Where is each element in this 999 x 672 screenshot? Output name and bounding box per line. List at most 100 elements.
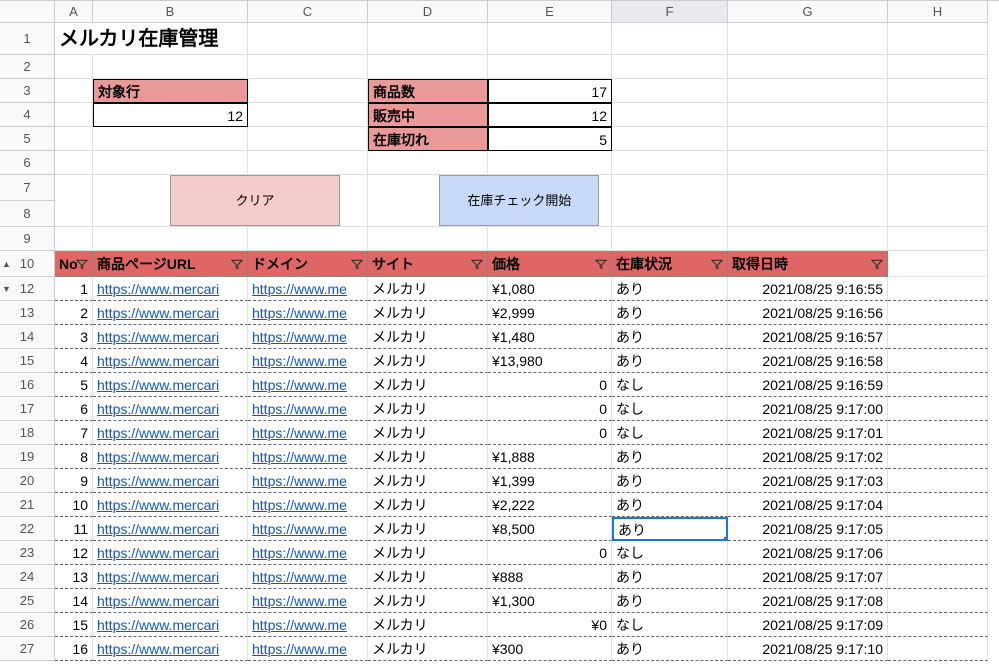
cell[interactable] (368, 227, 488, 251)
value-out-of-stock[interactable]: 5 (488, 127, 612, 151)
table-header-datetime[interactable]: 取得日時 (728, 251, 888, 277)
row-header[interactable]: 14 (0, 325, 55, 349)
cell-domain[interactable]: https://www.me (248, 637, 368, 661)
domain-link[interactable]: https://www.me (252, 377, 347, 393)
cell-datetime[interactable]: 2021/08/25 9:17:00 (728, 397, 888, 421)
row-header[interactable]: 22 (0, 517, 55, 541)
cell-site[interactable]: メルカリ (368, 469, 488, 493)
cell-no[interactable]: 7 (55, 421, 93, 445)
cell[interactable] (488, 227, 612, 251)
col-header-D[interactable]: D (368, 1, 488, 23)
cell[interactable] (368, 23, 488, 55)
row-header[interactable]: 20 (0, 469, 55, 493)
cell[interactable] (888, 589, 988, 613)
cell-stock[interactable]: あり (612, 469, 728, 493)
cell-no[interactable]: 16 (55, 637, 93, 661)
cell-price[interactable]: 0 (488, 421, 612, 445)
cell[interactable] (888, 23, 988, 55)
product-url-link[interactable]: https://www.mercari (97, 281, 219, 297)
row-header[interactable]: 1 (0, 23, 55, 55)
cell[interactable] (55, 79, 93, 103)
product-url-link[interactable]: https://www.mercari (97, 593, 219, 609)
cell[interactable] (888, 613, 988, 637)
filter-icon[interactable] (710, 257, 724, 271)
col-header-B[interactable]: B (93, 1, 248, 23)
corner-cell[interactable] (0, 1, 55, 23)
cell-stock[interactable]: あり (612, 277, 728, 301)
cell-price[interactable]: ¥13,980 (488, 349, 612, 373)
cell-no[interactable]: 11 (55, 517, 93, 541)
cell[interactable] (93, 227, 248, 251)
product-url-link[interactable]: https://www.mercari (97, 473, 219, 489)
cell-datetime[interactable]: 2021/08/25 9:17:02 (728, 445, 888, 469)
domain-link[interactable]: https://www.me (252, 449, 347, 465)
row-header[interactable]: 6 (0, 151, 55, 175)
cell[interactable] (93, 127, 248, 151)
cell-datetime[interactable]: 2021/08/25 9:17:10 (728, 637, 888, 661)
product-url-link[interactable]: https://www.mercari (97, 377, 219, 393)
cell-datetime[interactable]: 2021/08/25 9:17:07 (728, 565, 888, 589)
cell-url[interactable]: https://www.mercari (93, 541, 248, 565)
row-header[interactable]: 26 (0, 613, 55, 637)
domain-link[interactable]: https://www.me (252, 329, 347, 345)
domain-link[interactable]: https://www.me (252, 473, 347, 489)
cell-site[interactable]: メルカリ (368, 349, 488, 373)
cell[interactable] (368, 55, 488, 79)
product-url-link[interactable]: https://www.mercari (97, 401, 219, 417)
cell[interactable] (728, 23, 888, 55)
row-header[interactable]: 13 (0, 301, 55, 325)
cell-price[interactable]: 0 (488, 373, 612, 397)
cell-site[interactable]: メルカリ (368, 421, 488, 445)
cell-price[interactable]: ¥8,500 (488, 517, 612, 541)
cell-datetime[interactable]: 2021/08/25 9:17:04 (728, 493, 888, 517)
cell-site[interactable]: メルカリ (368, 301, 488, 325)
cell[interactable] (612, 103, 728, 127)
domain-link[interactable]: https://www.me (252, 545, 347, 561)
cell-url[interactable]: https://www.mercari (93, 637, 248, 661)
cell-datetime[interactable]: 2021/08/25 9:17:08 (728, 589, 888, 613)
col-header-A[interactable]: A (55, 1, 93, 23)
product-url-link[interactable]: https://www.mercari (97, 545, 219, 561)
table-header-no[interactable]: No (55, 251, 93, 277)
product-url-link[interactable]: https://www.mercari (97, 425, 219, 441)
cell-url[interactable]: https://www.mercari (93, 421, 248, 445)
value-product-count[interactable]: 17 (488, 79, 612, 103)
cell-site[interactable]: メルカリ (368, 637, 488, 661)
cell[interactable] (728, 127, 888, 151)
cell-datetime[interactable]: 2021/08/25 9:17:09 (728, 613, 888, 637)
cell[interactable]: クリア (93, 175, 248, 227)
cell[interactable] (612, 127, 728, 151)
col-header-H[interactable]: H (888, 1, 988, 23)
cell-domain[interactable]: https://www.me (248, 565, 368, 589)
table-header-domain[interactable]: ドメイン (248, 251, 368, 277)
row-header[interactable]: 23 (0, 541, 55, 565)
cell[interactable] (728, 151, 888, 175)
cell[interactable] (888, 127, 988, 151)
cell[interactable] (728, 103, 888, 127)
domain-link[interactable]: https://www.me (252, 353, 347, 369)
cell-url[interactable]: https://www.mercari (93, 565, 248, 589)
row-header[interactable]: 19 (0, 445, 55, 469)
domain-link[interactable]: https://www.me (252, 617, 347, 633)
domain-link[interactable]: https://www.me (252, 569, 347, 585)
cell[interactable] (55, 55, 93, 79)
cell[interactable] (612, 227, 728, 251)
col-header-E[interactable]: E (488, 1, 612, 23)
cell[interactable] (888, 565, 988, 589)
cell-stock[interactable]: あり (612, 349, 728, 373)
cell-domain[interactable]: https://www.me (248, 301, 368, 325)
col-header-C[interactable]: C (248, 1, 368, 23)
table-header-site[interactable]: サイト (368, 251, 488, 277)
cell[interactable] (888, 373, 988, 397)
cell-no[interactable]: 9 (55, 469, 93, 493)
cell[interactable] (248, 175, 368, 227)
cell[interactable] (728, 175, 888, 227)
cell[interactable] (888, 421, 988, 445)
cell-price[interactable]: ¥1,300 (488, 589, 612, 613)
cell-url[interactable]: https://www.mercari (93, 397, 248, 421)
cell-site[interactable]: メルカリ (368, 397, 488, 421)
cell-price[interactable]: ¥2,222 (488, 493, 612, 517)
cell[interactable] (728, 227, 888, 251)
product-url-link[interactable]: https://www.mercari (97, 521, 219, 537)
cell-domain[interactable]: https://www.me (248, 493, 368, 517)
